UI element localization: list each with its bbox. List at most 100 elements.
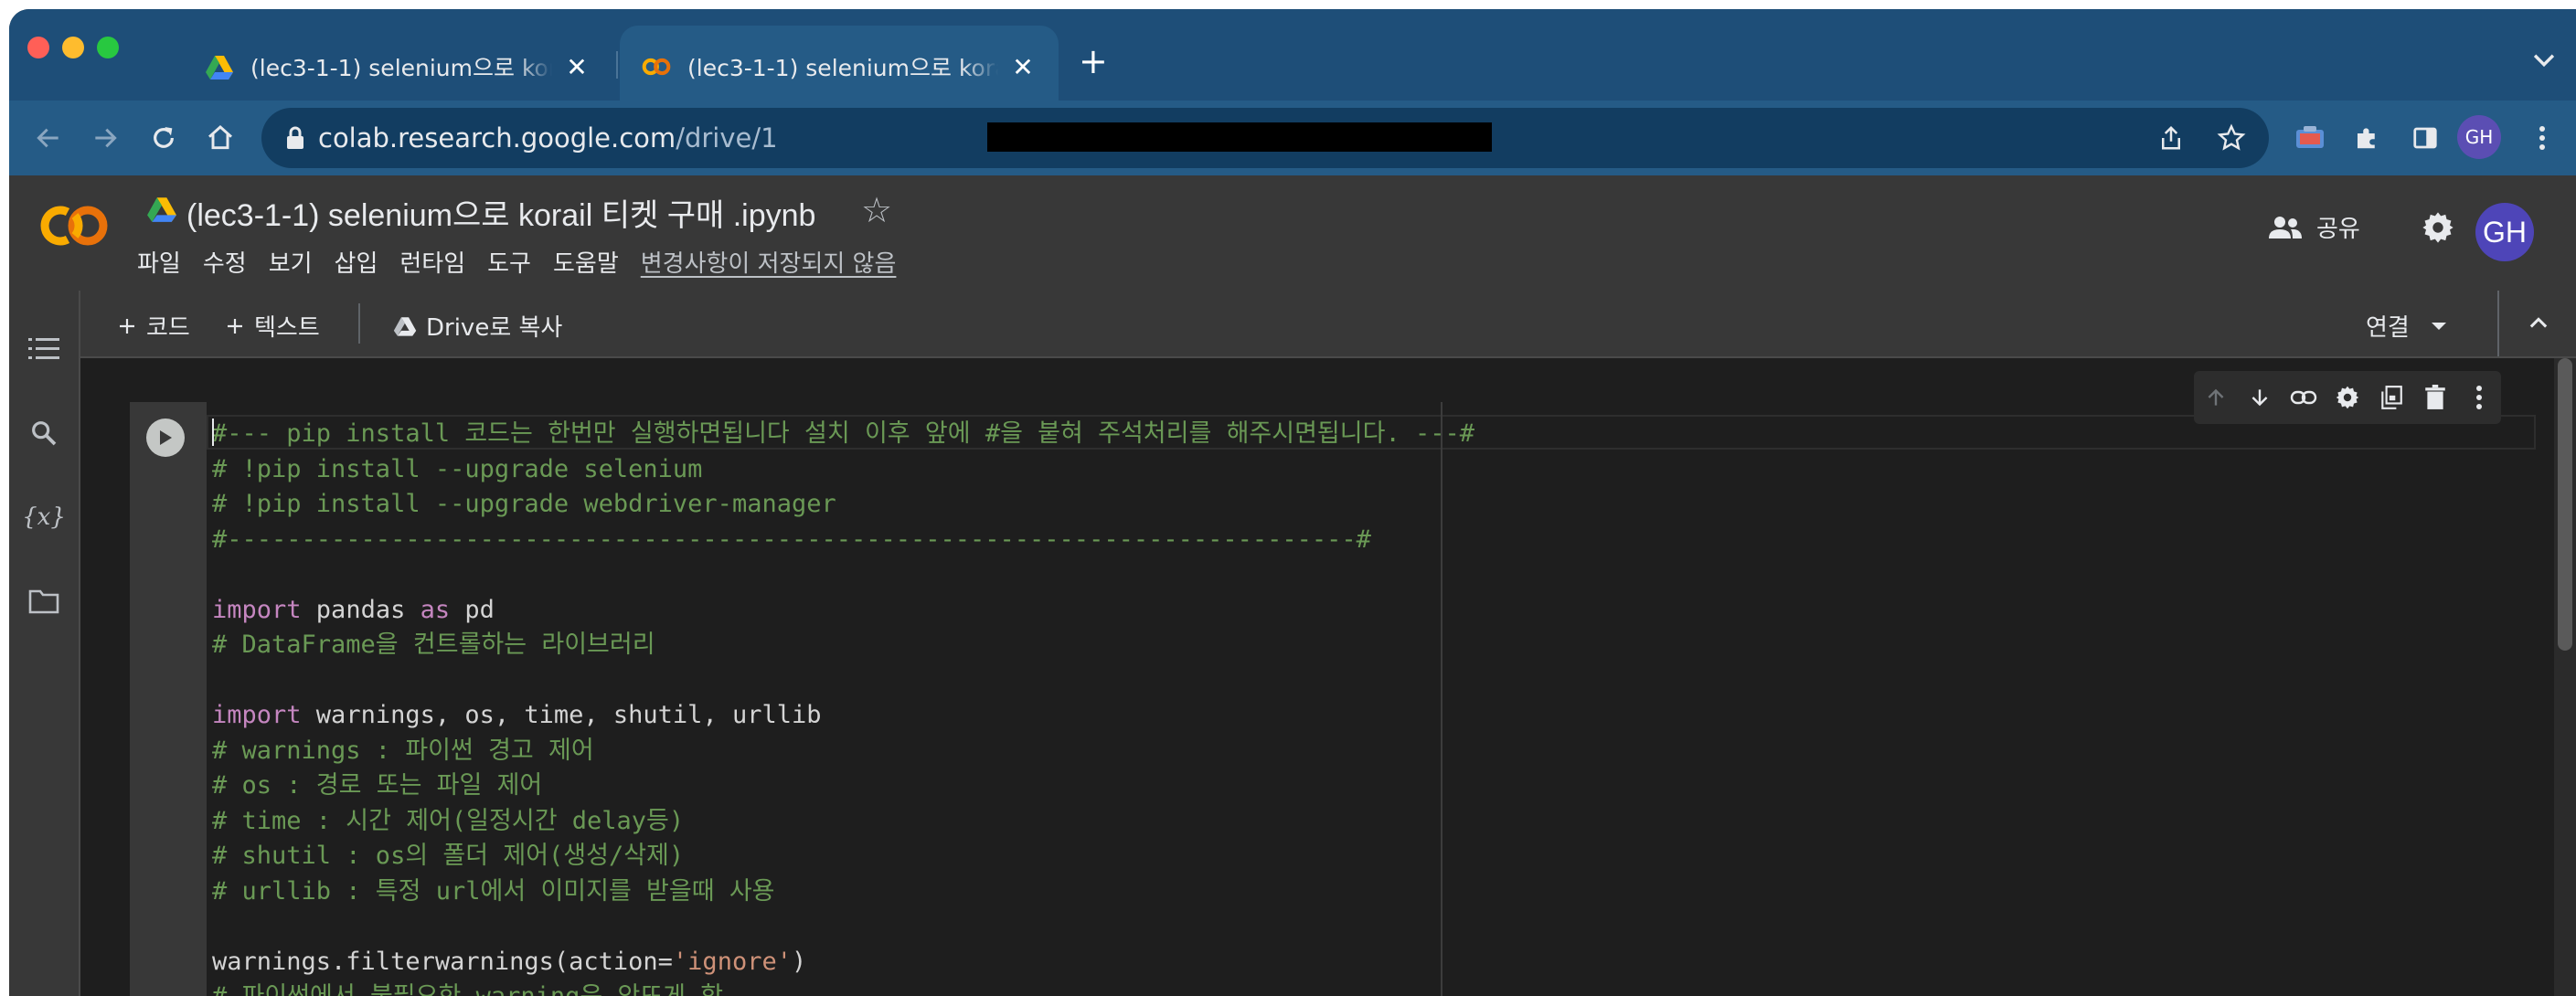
code-line[interactable]: # urllib : 특정 url에서 이미지를 받을때 사용 (212, 874, 1474, 910)
copy-to-drive-button[interactable]: Drive로 복사 (393, 309, 562, 343)
side-panel-button[interactable] (2404, 117, 2446, 159)
variables-icon[interactable]: {x} (22, 497, 66, 537)
tab-close-icon[interactable]: ✕ (563, 52, 591, 82)
colab-logo-icon[interactable] (35, 201, 112, 250)
tab-title: (lec3-1-1) selenium으로 korail 티켓 구매 .ipyn… (687, 55, 998, 81)
reload-button[interactable] (143, 117, 185, 159)
code-line[interactable]: # shutil : os의 폴더 제어(생성/삭제) (212, 839, 1474, 874)
trash-icon (2425, 385, 2445, 409)
code-cell[interactable]: #--- pip install 코드는 한번만 실행하면됩니다 설치 이후 앞… (130, 402, 2543, 996)
star-icon (2217, 123, 2246, 151)
lock-icon[interactable] (285, 126, 305, 150)
gear-icon (2336, 386, 2359, 409)
google-drive-icon (206, 56, 233, 79)
code-text[interactable]: #--- pip install 코드는 한번만 실행하면됩니다 설치 이후 앞… (212, 417, 1474, 996)
move-cell-up-button[interactable] (2194, 371, 2238, 424)
minimize-window-button[interactable] (62, 37, 84, 58)
google-drive-icon[interactable] (146, 196, 177, 223)
code-keyword: import (212, 701, 302, 729)
code-line[interactable]: # time : 시간 제어(일정시간 delay등) (212, 804, 1474, 840)
url-text[interactable]: colab.research.google.com/drive/1 (318, 122, 778, 154)
files-button[interactable] (24, 581, 64, 621)
menu-file[interactable]: 파일 (137, 245, 181, 279)
tab-colaboratory[interactable]: (lec3-1-1) selenium으로 korail 티켓 구매 .ipyn… (620, 26, 1059, 108)
vertical-scrollbar[interactable] (2554, 358, 2576, 996)
close-window-button[interactable] (27, 37, 49, 58)
new-tab-button[interactable]: + (1079, 44, 1108, 79)
extension-button[interactable] (2289, 117, 2331, 159)
back-button[interactable] (27, 117, 69, 159)
cell-link-button[interactable] (2282, 371, 2326, 424)
code-comment: # urllib : 특정 url에서 이미지를 받을때 사용 (212, 876, 775, 906)
code-line[interactable]: import warnings, os, time, shutil, urlli… (212, 698, 1474, 734)
menu-insert[interactable]: 삽입 (335, 245, 378, 279)
code-comment: # 파이썬에서 불필요한 warning은 안뜨게 함 (212, 982, 723, 996)
move-cell-down-button[interactable] (2238, 371, 2282, 424)
code-comment: # !pip install --upgrade webdriver-manag… (212, 490, 836, 518)
run-cell-button[interactable] (146, 419, 185, 457)
star-notebook-icon[interactable]: ☆ (861, 190, 892, 230)
code-line[interactable] (212, 663, 1474, 699)
forward-button[interactable] (84, 117, 126, 159)
menu-view[interactable]: 보기 (269, 245, 313, 279)
arrow-up-icon (2208, 388, 2224, 406)
tab-google-drive[interactable]: (lec3-1-1) selenium으로 korail 티켓 구매 .ipyn… (183, 26, 612, 108)
code-string: 'ignore' (672, 947, 792, 976)
menu-edit[interactable]: 수정 (203, 245, 247, 279)
plus-icon (120, 318, 134, 334)
notebook-title[interactable]: (lec3-1-1) selenium으로 korail 티켓 구매 .ipyn… (186, 190, 815, 235)
caret-down-icon[interactable] (2430, 320, 2448, 333)
search-button[interactable] (24, 413, 64, 453)
bookmark-button[interactable] (2214, 121, 2249, 155)
code-line[interactable]: # 파이썬에서 불필요한 warning은 안뜨게 함 (212, 980, 1474, 996)
extensions-button[interactable] (2346, 117, 2388, 159)
settings-gear-icon[interactable] (2421, 210, 2455, 245)
browser-menu-button[interactable] (2521, 117, 2563, 159)
plus-icon (228, 318, 242, 334)
connect-button[interactable]: 연결 (2366, 309, 2448, 343)
arrow-right-icon (95, 128, 117, 148)
home-button[interactable] (199, 117, 241, 159)
code-comment: #--- pip install 코드는 한번만 실행하면됩니다 설치 이후 앞… (212, 419, 1474, 448)
cell-settings-button[interactable] (2326, 371, 2369, 424)
code-line[interactable]: #--- pip install 코드는 한번만 실행하면됩니다 설치 이후 앞… (212, 417, 1474, 452)
add-code-button[interactable]: 코드 (117, 309, 190, 343)
delete-cell-button[interactable] (2413, 371, 2457, 424)
code-line[interactable]: # os : 경로 또는 파일 제어 (212, 768, 1474, 804)
user-avatar[interactable]: GH (2475, 203, 2534, 261)
unsaved-changes-link[interactable]: 변경사항이 저장되지 않음 (641, 245, 897, 279)
share-page-button[interactable] (2154, 121, 2188, 155)
code-comment: # time : 시간 제어(일정시간 delay등) (212, 806, 685, 835)
add-text-button[interactable]: 텍스트 (225, 309, 320, 343)
code-line[interactable]: # !pip install --upgrade webdriver-manag… (212, 487, 1474, 523)
code-editor[interactable]: #--- pip install 코드는 한번만 실행하면됩니다 설치 이후 앞… (207, 402, 2543, 996)
menu-runtime[interactable]: 런타임 (399, 245, 465, 279)
table-of-contents-button[interactable] (24, 329, 64, 369)
code-line[interactable] (212, 909, 1474, 945)
code-line[interactable]: # DataFrame을 컨트롤하는 라이브러리 (212, 628, 1474, 663)
code-line[interactable] (212, 557, 1474, 593)
tab-search-chevron-icon[interactable] (2528, 44, 2560, 75)
share-button[interactable]: 공유 (2267, 210, 2360, 244)
code-line[interactable]: import pandas as pd (212, 593, 1474, 629)
code-line[interactable]: # !pip install --upgrade selenium (212, 452, 1474, 488)
tab-close-icon[interactable]: ✕ (1009, 52, 1037, 82)
zoom-window-button[interactable] (97, 37, 119, 58)
browser-profile-avatar[interactable]: GH (2457, 115, 2501, 159)
home-icon (208, 125, 232, 150)
redacted-block (987, 122, 1492, 152)
notebook-area[interactable]: #--- pip install 코드는 한번만 실행하면됩니다 설치 이후 앞… (79, 358, 2576, 996)
add-text-label: 텍스트 (254, 314, 320, 342)
code-line[interactable]: warnings.filterwarnings(action='ignore') (212, 945, 1474, 980)
tab-strip: (lec3-1-1) selenium으로 korail 티켓 구매 .ipyn… (9, 9, 2576, 108)
code-line[interactable]: # warnings : 파이썬 경고 제어 (212, 734, 1474, 769)
collapse-header-button[interactable] (2497, 291, 2576, 356)
menu-help[interactable]: 도움말 (553, 245, 619, 279)
address-bar[interactable]: colab.research.google.com/drive/1 (261, 108, 2269, 168)
scrollbar-thumb[interactable] (2558, 358, 2572, 651)
code-text-token: warnings.filterwarnings(action= (212, 947, 673, 976)
menu-tools[interactable]: 도구 (487, 245, 531, 279)
mirror-cell-button[interactable] (2369, 371, 2413, 424)
code-line[interactable]: #---------------------------------------… (212, 523, 1474, 558)
cell-more-button[interactable] (2457, 371, 2501, 424)
